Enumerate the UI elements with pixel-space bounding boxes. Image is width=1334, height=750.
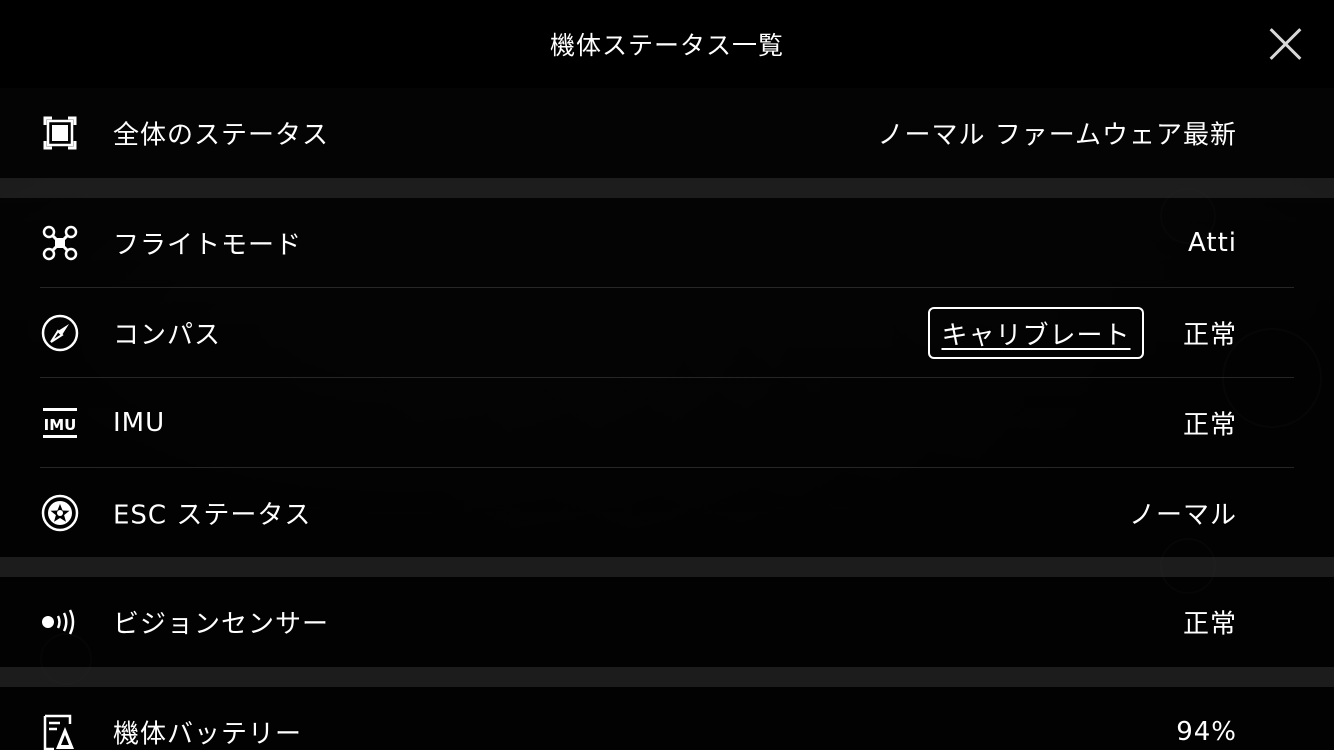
row-overall-status[interactable]: 全体のステータス ノーマル ファームウェア最新 xyxy=(0,88,1334,178)
compass-label: コンパス xyxy=(113,320,222,351)
overall-status-label: 全体のステータス xyxy=(113,120,330,151)
close-button[interactable] xyxy=(1264,22,1308,66)
esc-status-value: ノーマル xyxy=(1128,500,1237,530)
overall-status-icon xyxy=(40,113,80,153)
header: 機体ステータス一覧 xyxy=(0,0,1334,88)
row-aircraft-battery[interactable]: 機体バッテリー 94% xyxy=(0,687,1334,750)
page-title: 機体ステータス一覧 xyxy=(549,31,784,60)
section-gap xyxy=(0,667,1334,687)
section-gap xyxy=(0,178,1334,198)
aircraft-battery-value: 94% xyxy=(1176,717,1237,747)
imu-icon: IMU xyxy=(40,403,80,443)
status-list: 全体のステータス ノーマル ファームウェア最新 フライトモード Atti コンパ… xyxy=(0,88,1334,750)
battery-icon xyxy=(40,712,80,750)
row-imu[interactable]: IMU IMU 正常 xyxy=(0,378,1334,468)
section-gap xyxy=(0,557,1334,577)
imu-value: 正常 xyxy=(1182,410,1237,441)
calibrate-button[interactable]: キャリブレート xyxy=(928,307,1144,359)
svg-text:IMU: IMU xyxy=(44,416,77,434)
flight-mode-value: Atti xyxy=(1188,228,1237,258)
compass-value: 正常 xyxy=(1182,320,1237,351)
row-vision-sensor[interactable]: ビジョンセンサー 正常 xyxy=(0,577,1334,667)
row-esc-status[interactable]: ESC ステータス ノーマル xyxy=(0,468,1334,557)
row-compass[interactable]: コンパス キャリブレート 正常 xyxy=(0,288,1334,378)
vision-sensor-value: 正常 xyxy=(1182,609,1237,640)
flight-mode-label: フライトモード xyxy=(113,230,303,261)
esc-status-label: ESC ステータス xyxy=(113,500,312,530)
vision-sensor-icon xyxy=(40,602,80,642)
imu-label: IMU xyxy=(113,408,166,438)
overall-status-value: ノーマル ファームウェア最新 xyxy=(877,120,1237,151)
esc-icon xyxy=(40,493,80,533)
aircraft-battery-label: 機体バッテリー xyxy=(113,719,303,750)
drone-icon xyxy=(40,223,80,263)
vision-sensor-label: ビジョンセンサー xyxy=(113,609,330,640)
compass-icon xyxy=(40,313,80,353)
aircraft-status-screen: 機体ステータス一覧 全体のステータス ノーマル ファームウェア最新 フライトモー… xyxy=(0,0,1334,750)
row-flight-mode[interactable]: フライトモード Atti xyxy=(0,198,1334,288)
